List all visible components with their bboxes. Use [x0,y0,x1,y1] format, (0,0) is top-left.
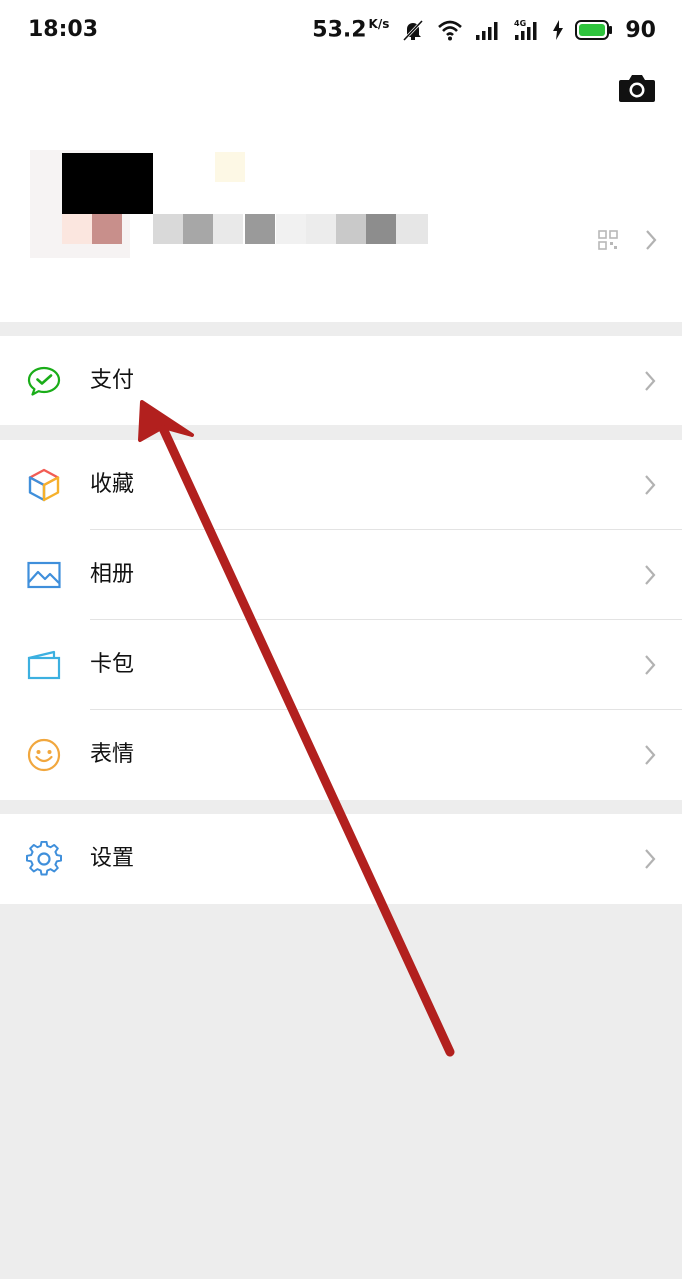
network-speed: 53.2 K/s [312,17,390,43]
chevron-right-icon [645,371,656,391]
avatar-pixel [62,214,92,244]
profile-info-redacted[interactable] [0,140,682,270]
wechat-id-redacted [245,214,275,244]
favorites-cube-icon [28,468,60,502]
wechat-id-redacted [213,214,243,244]
status-indicators: 53.2 K/s 4G 90 [312,14,656,46]
chevron-right-icon [645,745,656,765]
network-speed-unit: K/s [368,17,390,32]
avatar-redaction [62,153,153,214]
menu-item-label: 支付 [90,368,135,393]
wechat-id-redacted [276,214,306,244]
wechat-id-redacted [306,214,336,244]
menu-item-pay[interactable]: 支付 [0,336,682,426]
chevron-right-icon[interactable] [644,228,658,252]
signal-strength-icon [476,22,498,40]
wechat-id-redacted [336,214,366,244]
charging-bolt-icon [553,20,564,40]
wechat-id-redacted [153,214,183,244]
menu-item-label: 收藏 [90,472,135,497]
album-picture-icon [27,561,61,589]
wechat-id-redacted [183,214,213,244]
camera-icon[interactable] [618,72,656,104]
menu-item-label: 卡包 [90,652,135,677]
mute-bell-icon [403,19,424,42]
profile-header: 18:03 53.2 K/s 4G 90 [0,0,682,322]
wifi-icon [438,20,463,41]
signal-4g-icon: 4G [514,19,537,40]
menu-group-pay: 支付 [0,336,682,425]
profile-pixel [215,152,245,182]
status-bar: 18:03 53.2 K/s 4G 90 [0,0,682,62]
menu-item-label: 相册 [90,562,135,587]
wechat-pay-icon [27,366,61,396]
chevron-right-icon [645,475,656,495]
menu-item-label: 表情 [90,742,135,767]
emoji-smile-icon [27,738,61,772]
menu-group-main: 收藏 相册 卡包 表情 [0,440,682,800]
menu-group-settings: 设置 [0,814,682,904]
card-wallet-icon [27,650,61,680]
status-time: 18:03 [28,17,99,42]
network-type-label: 4G [514,19,526,28]
menu-item-settings[interactable]: 设置 [0,814,682,904]
battery-level: 90 [625,17,656,43]
menu-item-album[interactable]: 相册 [0,530,682,620]
chevron-right-icon [645,849,656,869]
menu-item-label: 设置 [90,846,135,871]
settings-gear-icon [26,841,62,876]
wechat-id-redacted [396,214,428,244]
battery-icon [575,20,613,40]
chevron-right-icon [645,655,656,675]
chevron-right-icon [645,565,656,585]
qr-code-icon[interactable] [598,230,618,250]
menu-item-card-wallet[interactable]: 卡包 [0,620,682,710]
menu-item-favorites[interactable]: 收藏 [0,440,682,530]
wechat-id-redacted [366,214,396,244]
avatar-pixel [92,214,122,244]
menu-item-stickers[interactable]: 表情 [0,710,682,800]
